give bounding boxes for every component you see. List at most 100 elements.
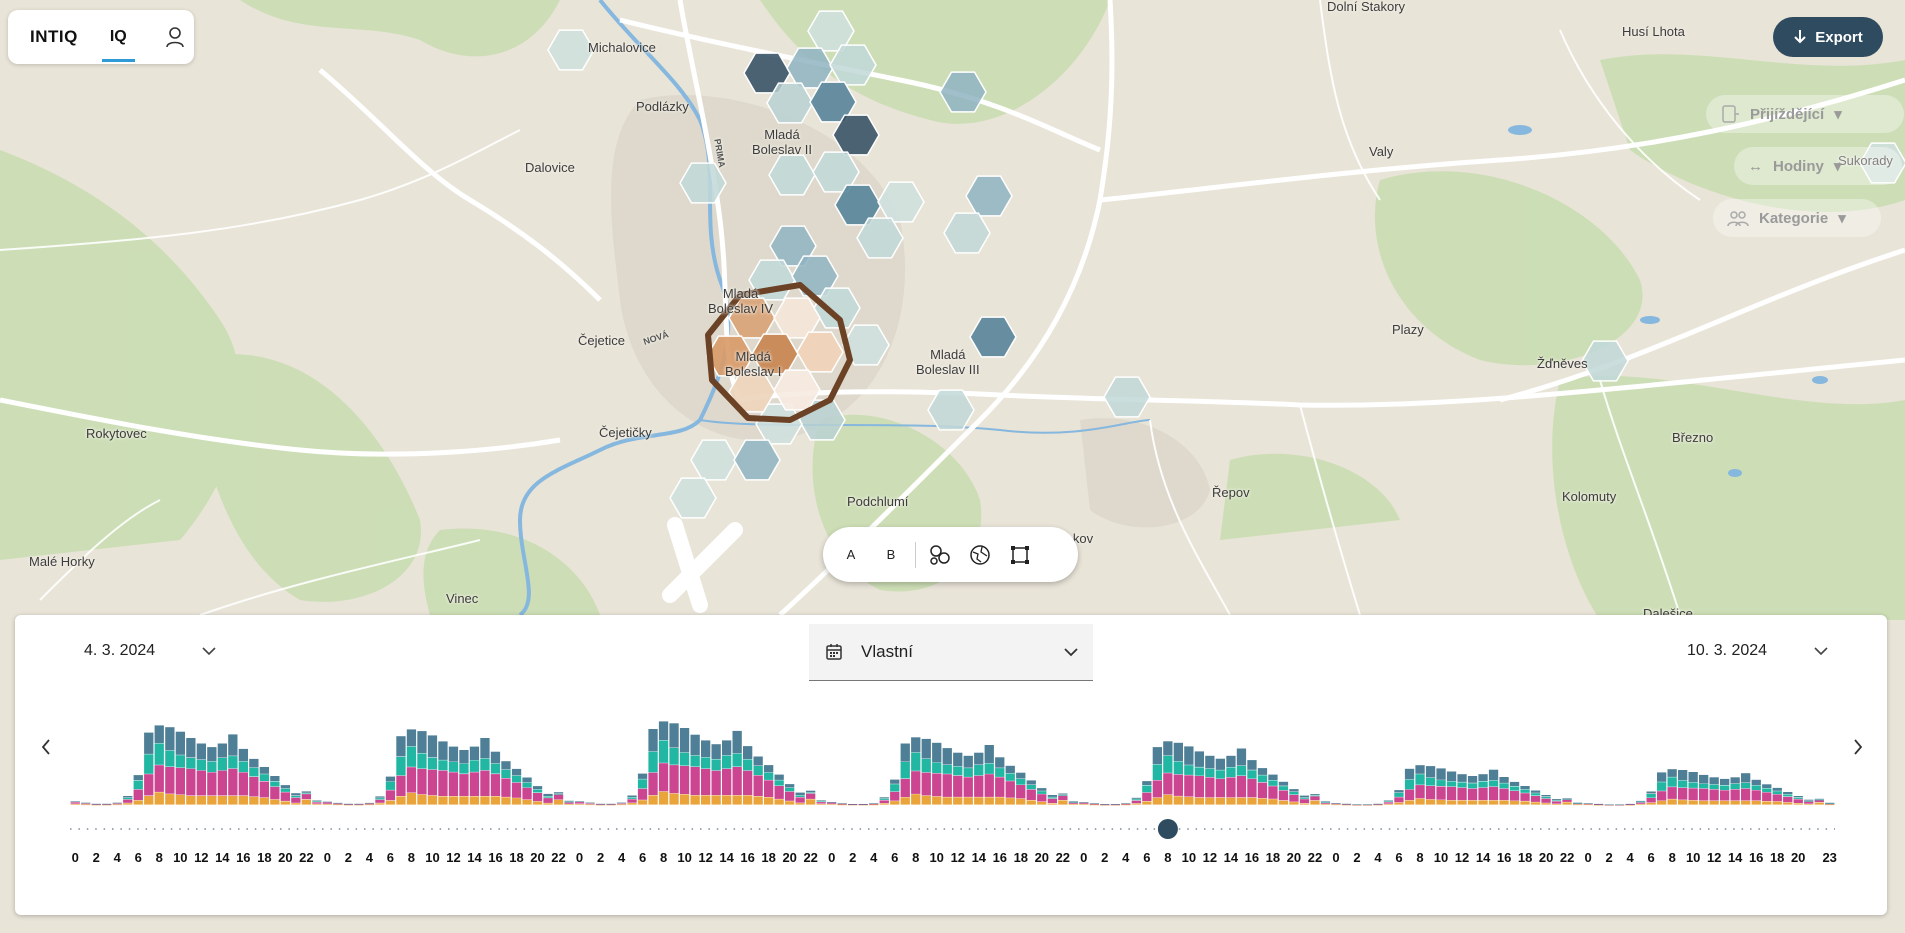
chart-bar-segment[interactable]: [1762, 801, 1772, 805]
chart-bar-segment[interactable]: [1089, 803, 1099, 805]
chart-bar-segment[interactable]: [690, 795, 700, 805]
chart-bar-segment[interactable]: [448, 746, 459, 762]
chart-bar-segment[interactable]: [1236, 748, 1247, 766]
chart-bar-segment[interactable]: [291, 793, 301, 796]
chart-bar-segment[interactable]: [1741, 800, 1751, 805]
chart-bar-segment[interactable]: [1289, 802, 1299, 805]
chart-bar-segment[interactable]: [238, 761, 248, 773]
chart-bar-segment[interactable]: [1425, 786, 1436, 800]
chart-bar-segment[interactable]: [627, 797, 637, 799]
chart-bar-segment[interactable]: [690, 755, 700, 767]
chart-bar-segment[interactable]: [123, 797, 133, 800]
chart-bar-segment[interactable]: [879, 803, 889, 805]
chart-bar-segment[interactable]: [385, 800, 396, 805]
chart-bar-segment[interactable]: [385, 776, 396, 782]
chart-bar-segment[interactable]: [911, 794, 921, 805]
chart-bar-segment[interactable]: [70, 804, 80, 805]
chart-bar-segment[interactable]: [1741, 788, 1751, 801]
chart-bar-segment[interactable]: [1793, 796, 1803, 798]
chart-bar-segment[interactable]: [1005, 765, 1015, 774]
chart-bar-segment[interactable]: [711, 759, 721, 771]
chart-bar-segment[interactable]: [1783, 792, 1793, 794]
chart-bar-segment[interactable]: [1699, 788, 1709, 801]
chart-bar-segment[interactable]: [1709, 800, 1719, 805]
chart-bar-segment[interactable]: [974, 752, 984, 765]
chart-bar-segment[interactable]: [1110, 804, 1120, 805]
chart-bar-segment[interactable]: [701, 757, 711, 769]
chart-bar-segment[interactable]: [427, 795, 438, 805]
chart-bar-segment[interactable]: [375, 803, 385, 805]
chart-bar-segment[interactable]: [1163, 794, 1173, 805]
traffic-chart[interactable]: 0 2 4 6 8 10 12 14 16 18 20 22 0 2 4 6 8 10 12 14 16 18 20 22 0 2…: [15, 615, 1887, 915]
chart-bar-segment[interactable]: [932, 742, 942, 763]
chart-bar-segment[interactable]: [385, 781, 396, 790]
chart-bar-segment[interactable]: [1047, 795, 1057, 797]
chart-bar-segment[interactable]: [1509, 791, 1520, 801]
chart-bar-segment[interactable]: [879, 800, 889, 804]
chart-bar-segment[interactable]: [848, 804, 858, 805]
chart-bar-segment[interactable]: [753, 756, 763, 766]
chart-bar-segment[interactable]: [1121, 804, 1131, 806]
chart-bar-segment[interactable]: [1793, 797, 1803, 799]
chart-bar-segment[interactable]: [249, 777, 259, 797]
chart-bar-segment[interactable]: [1636, 800, 1646, 802]
chart-bar-segment[interactable]: [669, 748, 679, 765]
chart-bar-segment[interactable]: [1320, 802, 1331, 803]
chart-bar-segment[interactable]: [1404, 768, 1415, 780]
chart-bar-segment[interactable]: [133, 775, 143, 781]
chart-bar-segment[interactable]: [764, 780, 774, 797]
chart-bar-segment[interactable]: [375, 796, 385, 798]
chart-bar-segment[interactable]: [1530, 790, 1541, 793]
chart-bar-segment[interactable]: [953, 775, 963, 797]
chart-bar-segment[interactable]: [280, 788, 290, 792]
chart-bar-segment[interactable]: [722, 795, 732, 805]
chart-bar-segment[interactable]: [1804, 804, 1814, 805]
chart-bar-segment[interactable]: [722, 755, 732, 769]
chart-bar-segment[interactable]: [270, 786, 280, 800]
select-rectangle-button[interactable]: [1000, 535, 1040, 575]
chart-bar-segment[interactable]: [974, 775, 984, 797]
chart-bar-segment[interactable]: [1068, 801, 1078, 802]
chart-bar-segment[interactable]: [1446, 781, 1457, 787]
timeline-slider-handle[interactable]: [1157, 819, 1178, 839]
chart-bar-segment[interactable]: [133, 800, 143, 805]
tool-a-button[interactable]: A: [831, 535, 871, 575]
chart-bar-segment[interactable]: [207, 747, 217, 762]
chart-bar-segment[interactable]: [1562, 802, 1572, 805]
arrivals-dropdown[interactable]: Přijíždějící ▾: [1706, 95, 1904, 133]
chart-bar-segment[interactable]: [1058, 795, 1068, 796]
chart-bar-segment[interactable]: [469, 772, 480, 796]
chart-bar-segment[interactable]: [764, 765, 774, 773]
chart-bar-segment[interactable]: [1667, 777, 1677, 787]
chart-bar-segment[interactable]: [511, 782, 522, 798]
chart-bar-segment[interactable]: [175, 795, 185, 805]
chart-bar-segment[interactable]: [1058, 800, 1068, 805]
chart-bar-segment[interactable]: [186, 738, 196, 758]
chart-bar-segment[interactable]: [249, 767, 259, 777]
chart-bar-segment[interactable]: [1467, 800, 1478, 805]
chart-bar-segment[interactable]: [249, 758, 259, 768]
chart-bar-segment[interactable]: [1457, 774, 1467, 782]
chart-bar-segment[interactable]: [1404, 800, 1415, 805]
chart-bar-segment[interactable]: [890, 791, 900, 801]
chart-bar-segment[interactable]: [953, 766, 963, 776]
chart-bar-segment[interactable]: [532, 789, 543, 793]
chart-bar-segment[interactable]: [722, 740, 732, 756]
chart-bar-segment[interactable]: [543, 793, 553, 796]
chart-bar-segment[interactable]: [228, 796, 238, 805]
chart-bar-segment[interactable]: [1825, 802, 1835, 804]
chart-bar-segment[interactable]: [438, 796, 448, 805]
chart-bar-segment[interactable]: [207, 761, 217, 773]
chart-bar-segment[interactable]: [154, 725, 164, 744]
chart-bar-segment[interactable]: [1751, 800, 1761, 805]
chart-bar-segment[interactable]: [1205, 768, 1215, 778]
chart-bar-segment[interactable]: [564, 800, 574, 802]
chart-bar-segment[interactable]: [701, 795, 711, 805]
chart-bar-segment[interactable]: [1278, 786, 1289, 791]
chart-bar-segment[interactable]: [448, 762, 459, 772]
tab-iq[interactable]: IQ: [101, 28, 135, 62]
chart-bar-segment[interactable]: [1762, 784, 1772, 788]
chart-bar-segment[interactable]: [196, 796, 206, 805]
chart-bar-segment[interactable]: [1573, 802, 1583, 804]
chart-bar-segment[interactable]: [522, 777, 532, 783]
